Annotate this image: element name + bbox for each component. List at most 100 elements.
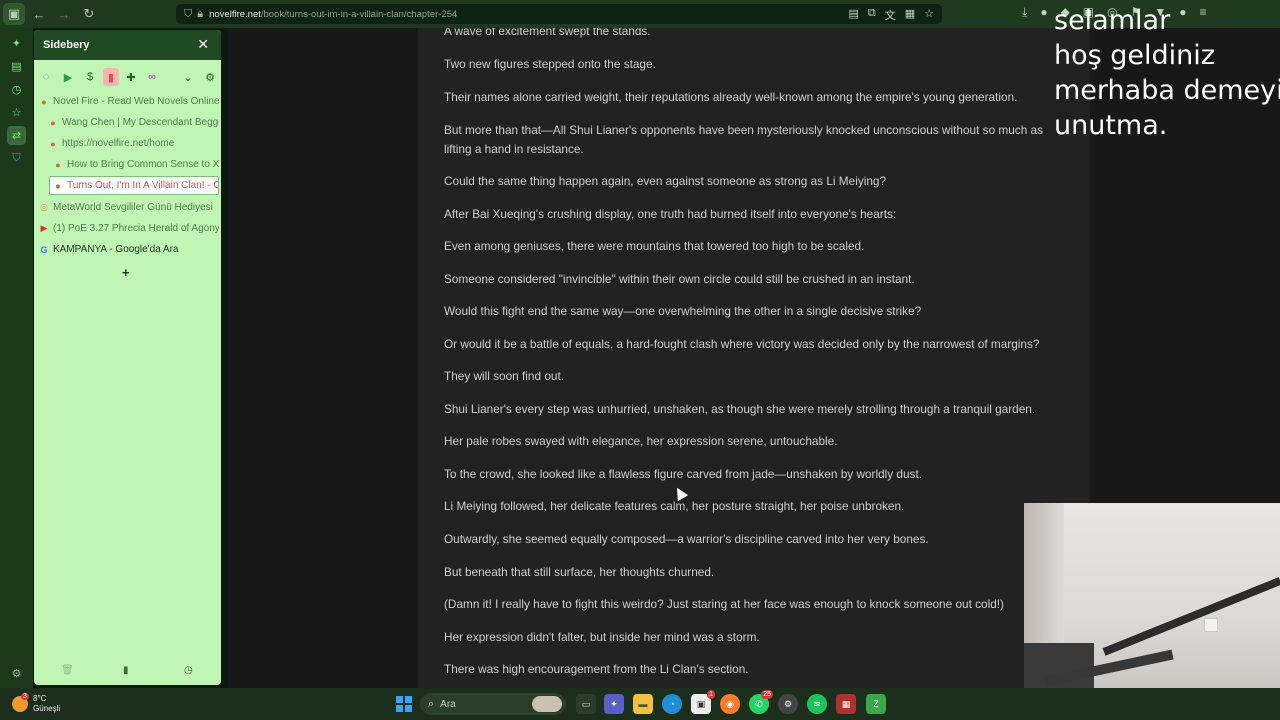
- new-tab-plus-icon[interactable]: +: [122, 265, 130, 280]
- paragraph: (Damn it! I really have to fight this we…: [444, 597, 1004, 611]
- browser-sidebar-rail: ✦ ▤ ◷ ☆ ⇄ ⛉ ⚙: [0, 28, 33, 688]
- tab-item[interactable]: ● Novel Fire - Read Web Novels Online: [39, 92, 219, 111]
- panel-default-icon[interactable]: ◌: [38, 68, 54, 86]
- sidebery-header: Sidebery ✕: [34, 30, 221, 60]
- windows-taskbar: 3 8°C Güneşli ⌕ Ara ▭ ✦ ▬ ◔ ▣ 1 ◉ ✆ 25 ⚙ ≋…: [0, 688, 1280, 720]
- tab-label: Turns Out, I'm In A Villain Clan! - C: [67, 180, 219, 191]
- paragraph: Or would it be a battle of equals, a har…: [444, 337, 1040, 351]
- tab-label: Novel Fire - Read Web Novels Online: [53, 96, 219, 107]
- novelfire-favicon-icon: ●: [55, 180, 61, 191]
- paragraph: Li Meiying followed, her delicate featur…: [444, 499, 905, 513]
- tab-item[interactable]: ● How to Bring Common Sense to X: [53, 155, 219, 174]
- extension-icon[interactable]: ●: [1040, 5, 1047, 20]
- spotify-icon[interactable]: ≋: [807, 694, 827, 714]
- webcam-feed: [1024, 503, 1280, 688]
- bookmark-star-icon[interactable]: ☆: [924, 7, 934, 23]
- reader-view-icon[interactable]: ▤: [848, 7, 858, 23]
- desktop: ▣ ← → ↻ ⛉ 🔒︎ novelfire.net/book/turns-ou…: [0, 0, 1280, 720]
- mic-arm: [1102, 577, 1280, 656]
- file-explorer-icon[interactable]: ▬: [633, 694, 653, 714]
- lock-icon[interactable]: 🔒︎: [197, 8, 203, 21]
- clock-icon[interactable]: ◷: [7, 80, 26, 99]
- url-host: novelfire.net: [209, 8, 261, 20]
- paragraph: After Bai Xueqing's crushing display, on…: [444, 207, 897, 221]
- sidebery-panel-tabs: ◌ ▶ $ ▮ ✚ ∞ ⌄ ⚙: [34, 68, 221, 88]
- tab-item[interactable]: ● https://novelfire.net/home: [48, 134, 219, 153]
- url-bar[interactable]: ⛉ 🔒︎ novelfire.net/book/turns-out-im-in-…: [176, 4, 942, 24]
- sidebery-icon[interactable]: ⇄: [7, 126, 26, 145]
- edge-browser-icon[interactable]: ◔: [662, 694, 682, 714]
- weather-widget[interactable]: 3 8°C Güneşli: [12, 693, 60, 714]
- search-icon: ⌕: [428, 697, 435, 710]
- tab-label: MetaWorld Sevgililer Günü Hediyesi: [53, 202, 213, 213]
- app-icon[interactable]: Z: [866, 694, 886, 714]
- tab-item[interactable]: ● Wang Chen | My Descendant Begged: [48, 113, 219, 132]
- google-favicon-icon: G: [40, 244, 48, 255]
- star-icon[interactable]: ☆: [7, 103, 26, 122]
- settings-gear-icon[interactable]: ⚙: [7, 664, 26, 683]
- paragraph: Someone considered "invincible" within t…: [444, 272, 915, 286]
- paragraph: Would this fight end the same way—one ov…: [444, 304, 922, 318]
- ai-sparkle-icon[interactable]: ✦: [7, 34, 26, 53]
- bitwarden-icon[interactable]: ⛉: [7, 149, 26, 168]
- store-icon[interactable]: ▣ 1: [691, 690, 715, 714]
- screenshot-icon[interactable]: ⧉: [868, 7, 876, 23]
- overlay-line: selamlar: [1054, 5, 1171, 36]
- whatsapp-icon[interactable]: ✆ 25: [749, 690, 773, 714]
- chevron-down-icon[interactable]: ⌄: [180, 68, 196, 86]
- panel-settings-icon[interactable]: ⚙: [202, 68, 218, 86]
- translate-icon[interactable]: 文: [885, 7, 896, 23]
- paragraph: A wave of excitement swept the stands.: [444, 28, 651, 38]
- sidebar-toggle-icon[interactable]: ▣: [3, 3, 25, 25]
- extensions-grid-icon[interactable]: ▦: [905, 7, 915, 23]
- shield-icon[interactable]: ⛉: [184, 8, 192, 21]
- tab-label: https://novelfire.net/home: [62, 138, 175, 149]
- weather-temp: 8°C: [33, 694, 47, 703]
- overlay-line: hoş geldiniz: [1054, 40, 1215, 71]
- panel-dollar-icon[interactable]: $: [82, 68, 98, 86]
- sidebery-footer: 🗑︎ ▮ ◷: [34, 665, 221, 679]
- app-icon[interactable]: ▦: [836, 694, 856, 714]
- tab-item[interactable]: ▶ (1) PoE 3.27 Phrecia Herald of Agony: [39, 219, 219, 238]
- history-clock-icon[interactable]: ◷: [184, 665, 193, 676]
- store-badge: 1: [707, 690, 715, 699]
- tab-label: Wang Chen | My Descendant Begged: [62, 117, 219, 128]
- weather-badge: 3: [21, 693, 29, 700]
- url-text[interactable]: novelfire.net/book/turns-out-im-in-a-vil…: [209, 9, 457, 20]
- panel-book-icon[interactable]: ▮: [103, 68, 119, 86]
- tab-item[interactable]: G KAMPANYA - Google'da Ara: [39, 240, 219, 259]
- copilot-icon[interactable]: ✦: [604, 694, 624, 714]
- history-list-icon[interactable]: ▤: [7, 57, 26, 76]
- trash-icon[interactable]: 🗑︎: [61, 665, 74, 676]
- novelfire-favicon-icon: ●: [41, 96, 47, 107]
- task-view-icon[interactable]: ▭: [576, 694, 596, 714]
- paragraph: Her expression didn't falter, but inside…: [444, 630, 760, 644]
- taskbar-search[interactable]: ⌕ Ara: [420, 693, 566, 715]
- panel-glasses-icon[interactable]: ∞: [144, 68, 160, 86]
- paragraph: But beneath that still surface, her thou…: [444, 565, 715, 579]
- app-icon[interactable]: ⚙: [778, 694, 798, 714]
- reload-icon[interactable]: ↻: [78, 3, 100, 25]
- firefox-icon[interactable]: ◉: [720, 694, 740, 714]
- download-icon[interactable]: ⤓: [1022, 5, 1027, 20]
- tab-item-active[interactable]: ● Turns Out, I'm In A Villain Clan! - C: [49, 176, 219, 195]
- forward-icon[interactable]: →: [53, 3, 75, 25]
- tab-item[interactable]: ◎ MetaWorld Sevgililer Günü Hediyesi: [39, 198, 219, 217]
- stream-overlay-text: selamlar hoş geldiniz merhaba demeyi unu…: [1054, 3, 1280, 143]
- close-icon[interactable]: ✕: [197, 36, 209, 53]
- panel-gamepad-icon[interactable]: ✚: [123, 68, 139, 86]
- search-label: Ara: [440, 698, 456, 710]
- url-path: /book/turns-out-im-in-a-villain-clan/cha…: [260, 8, 458, 20]
- panel-play-icon[interactable]: ▶: [60, 68, 76, 86]
- novelfire-favicon-icon: ●: [50, 138, 56, 149]
- back-icon[interactable]: ←: [28, 3, 50, 25]
- sidebery-panel: Sidebery ✕ ◌ ▶ $ ▮ ✚ ∞ ⌄ ⚙ ● Novel Fire …: [34, 30, 221, 685]
- metaworld-favicon-icon: ◎: [40, 202, 48, 212]
- paragraph: To the crowd, she looked like a flawless…: [444, 467, 923, 481]
- bookmark-icon[interactable]: ▮: [123, 665, 129, 676]
- search-highlight-image: [532, 696, 562, 712]
- windows-start-icon[interactable]: [396, 696, 412, 712]
- paragraph: There was high encouragement from the Li…: [444, 662, 749, 676]
- wall-socket: [1204, 618, 1218, 632]
- paragraph: Outwardly, she seemed equally composed—a…: [444, 532, 929, 546]
